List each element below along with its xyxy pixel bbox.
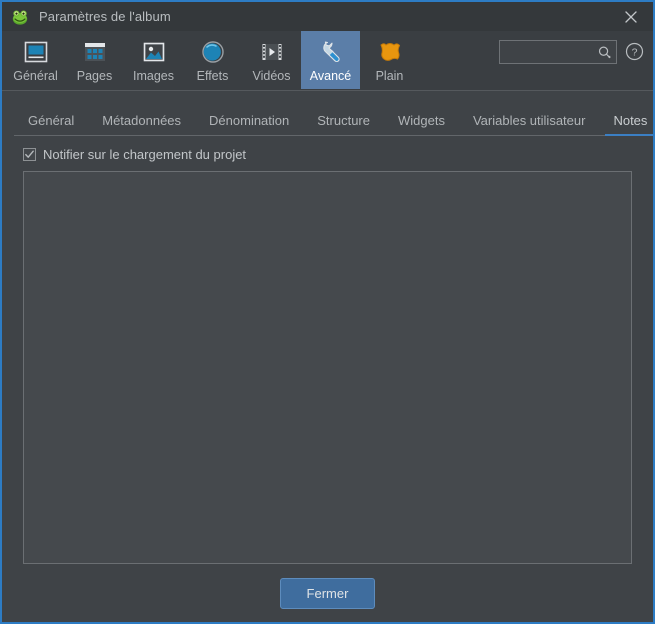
tab-widgets[interactable]: Widgets <box>384 114 459 135</box>
toolbar-label: Images <box>133 69 174 83</box>
close-button[interactable]: Fermer <box>279 577 376 609</box>
toolbar-label: Pages <box>76 69 113 83</box>
checkbox-label: Notifier sur le chargement du projet <box>43 147 247 162</box>
tab-metadata[interactable]: Métadonnées <box>88 114 195 135</box>
dialog-footer: Fermer <box>14 564 641 622</box>
close-icon[interactable] <box>609 2 653 31</box>
notes-textarea[interactable] <box>23 171 632 564</box>
images-icon <box>139 37 169 67</box>
toolbar-item-advanced[interactable]: Avancé <box>301 31 360 89</box>
search-box[interactable] <box>499 40 617 64</box>
toolbar-label: Effets <box>196 69 229 83</box>
frog-icon <box>11 8 29 26</box>
tab-notes[interactable]: Notes <box>599 114 653 136</box>
videos-icon <box>257 37 287 67</box>
toolbar-label: Avancé <box>309 69 352 83</box>
tab-structure[interactable]: Structure <box>303 114 384 135</box>
help-icon[interactable]: ? <box>625 42 644 61</box>
general-icon <box>21 37 51 67</box>
content-pane: Général Métadonnées Dénomination Structu… <box>2 91 653 622</box>
toolbar-item-plain[interactable]: Plain <box>360 31 419 89</box>
search-input[interactable] <box>500 44 594 60</box>
search-icon[interactable] <box>594 42 614 62</box>
tab-user-variables[interactable]: Variables utilisateur <box>459 114 599 135</box>
toolbar-label: Général <box>13 69 58 83</box>
settings-tabbar: Général Métadonnées Dénomination Structu… <box>14 91 653 136</box>
window-title: Paramètres de l'album <box>39 9 171 24</box>
album-settings-window: Paramètres de l'album Général Pages Imag… <box>0 0 655 624</box>
toolbar-item-videos[interactable]: Vidéos <box>242 31 301 89</box>
toolbar-item-general[interactable]: Général <box>6 31 65 89</box>
main-toolbar: Général Pages Images Effets Vidéos Avanc… <box>2 31 653 91</box>
toolbar-item-pages[interactable]: Pages <box>65 31 124 89</box>
toolbar-label: Plain <box>375 69 404 83</box>
effects-icon <box>198 37 228 67</box>
tab-general[interactable]: Général <box>14 114 88 135</box>
wrench-icon <box>316 37 346 67</box>
notify-on-project-load-checkbox[interactable]: Notifier sur le chargement du projet <box>23 147 246 162</box>
tab-naming[interactable]: Dénomination <box>195 114 303 135</box>
checkbox-box[interactable] <box>23 148 36 161</box>
toolbar-item-effects[interactable]: Effets <box>183 31 242 89</box>
plain-icon <box>375 37 405 67</box>
check-icon <box>25 150 34 158</box>
svg-text:?: ? <box>632 46 638 58</box>
pages-icon <box>80 37 110 67</box>
toolbar-label: Vidéos <box>252 69 291 83</box>
toolbar-item-images[interactable]: Images <box>124 31 183 89</box>
titlebar: Paramètres de l'album <box>2 0 653 31</box>
